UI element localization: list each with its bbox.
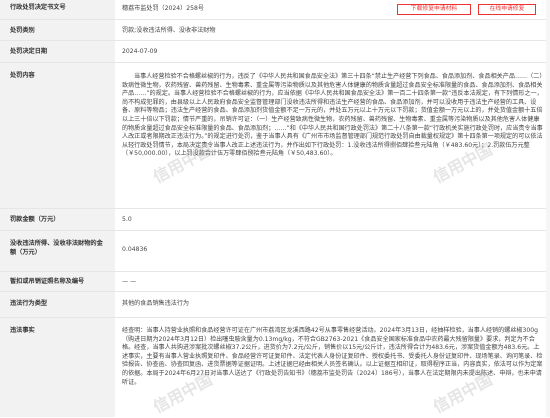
content-text: 当事人经营检验不合格螺丝椒的行为，违反了《中华人民共和国食品安全法》第三十四条“… — [122, 73, 543, 158]
category-label: 处罚类别 — [0, 20, 115, 40]
row-decision-no: 行政处罚决定书文号 穗荔市监处罚（2024）258号 下载修复申请材料 在线申请… — [0, 0, 550, 20]
content-label: 处罚内容 — [0, 63, 115, 208]
row-decision-date: 处罚决定日期 2024-07-09 — [0, 41, 550, 63]
act-label: 违法行为类型 — [0, 292, 115, 317]
fine-label: 罚款金额（万元） — [0, 209, 115, 230]
facts-text: 经查明：当事人持营业执照和食品经营许可证在广州市荔湾区龙溪西路42号从事零售经营… — [122, 327, 543, 386]
license-value: — — — [122, 278, 137, 285]
row-category: 处罚类别 罚款;没收违法所得、没收非法财物 — [0, 20, 550, 41]
license-label: 暂扣或吊销证照名称及编号 — [0, 272, 115, 291]
row-act: 违法行为类型 其他的食品销售违法行为 — [0, 292, 550, 318]
fine-value: 5.0 — [122, 216, 132, 223]
facts-value: 经查明：当事人持营业执照和食品经营许可证在广州市荔湾区龙溪西路42号从事零售经营… — [122, 318, 544, 417]
content-value: 当事人经营检验不合格螺丝椒的行为，违反了《中华人民共和国食品安全法》第三十四条“… — [122, 63, 544, 208]
category-value: 罚款;没收违法所得、没收非法财物 — [122, 27, 216, 34]
row-facts: 违法事实 经查明：当事人持营业执照和食品经营许可证在广州市荔湾区龙溪西路42号从… — [0, 318, 550, 417]
confiscation-label: 没收违法所得、没收非法财物的金额（万元） — [0, 231, 115, 271]
row-confiscation: 没收违法所得、没收非法财物的金额（万元） 0.04836 — [0, 231, 550, 272]
facts-label: 违法事实 — [0, 318, 115, 417]
online-repair-apply-button[interactable]: 在线申请修复 — [478, 4, 536, 15]
act-value: 其他的食品销售违法行为 — [122, 300, 190, 307]
confiscation-value: 0.04836 — [122, 246, 148, 253]
decision-date-label: 处罚决定日期 — [0, 41, 115, 62]
decision-date-value: 2024-07-09 — [122, 48, 158, 55]
scrollbar[interactable] — [546, 0, 550, 417]
row-fine: 罚款金额（万元） 5.0 — [0, 209, 550, 231]
row-license: 暂扣或吊销证照名称及编号 — — — [0, 272, 550, 292]
row-content: 处罚内容 当事人经营检验不合格螺丝椒的行为，违反了《中华人民共和国食品安全法》第… — [0, 63, 550, 209]
decision-no-label: 行政处罚决定书文号 — [0, 0, 115, 19]
download-repair-materials-button[interactable]: 下载修复申请材料 — [397, 4, 471, 15]
